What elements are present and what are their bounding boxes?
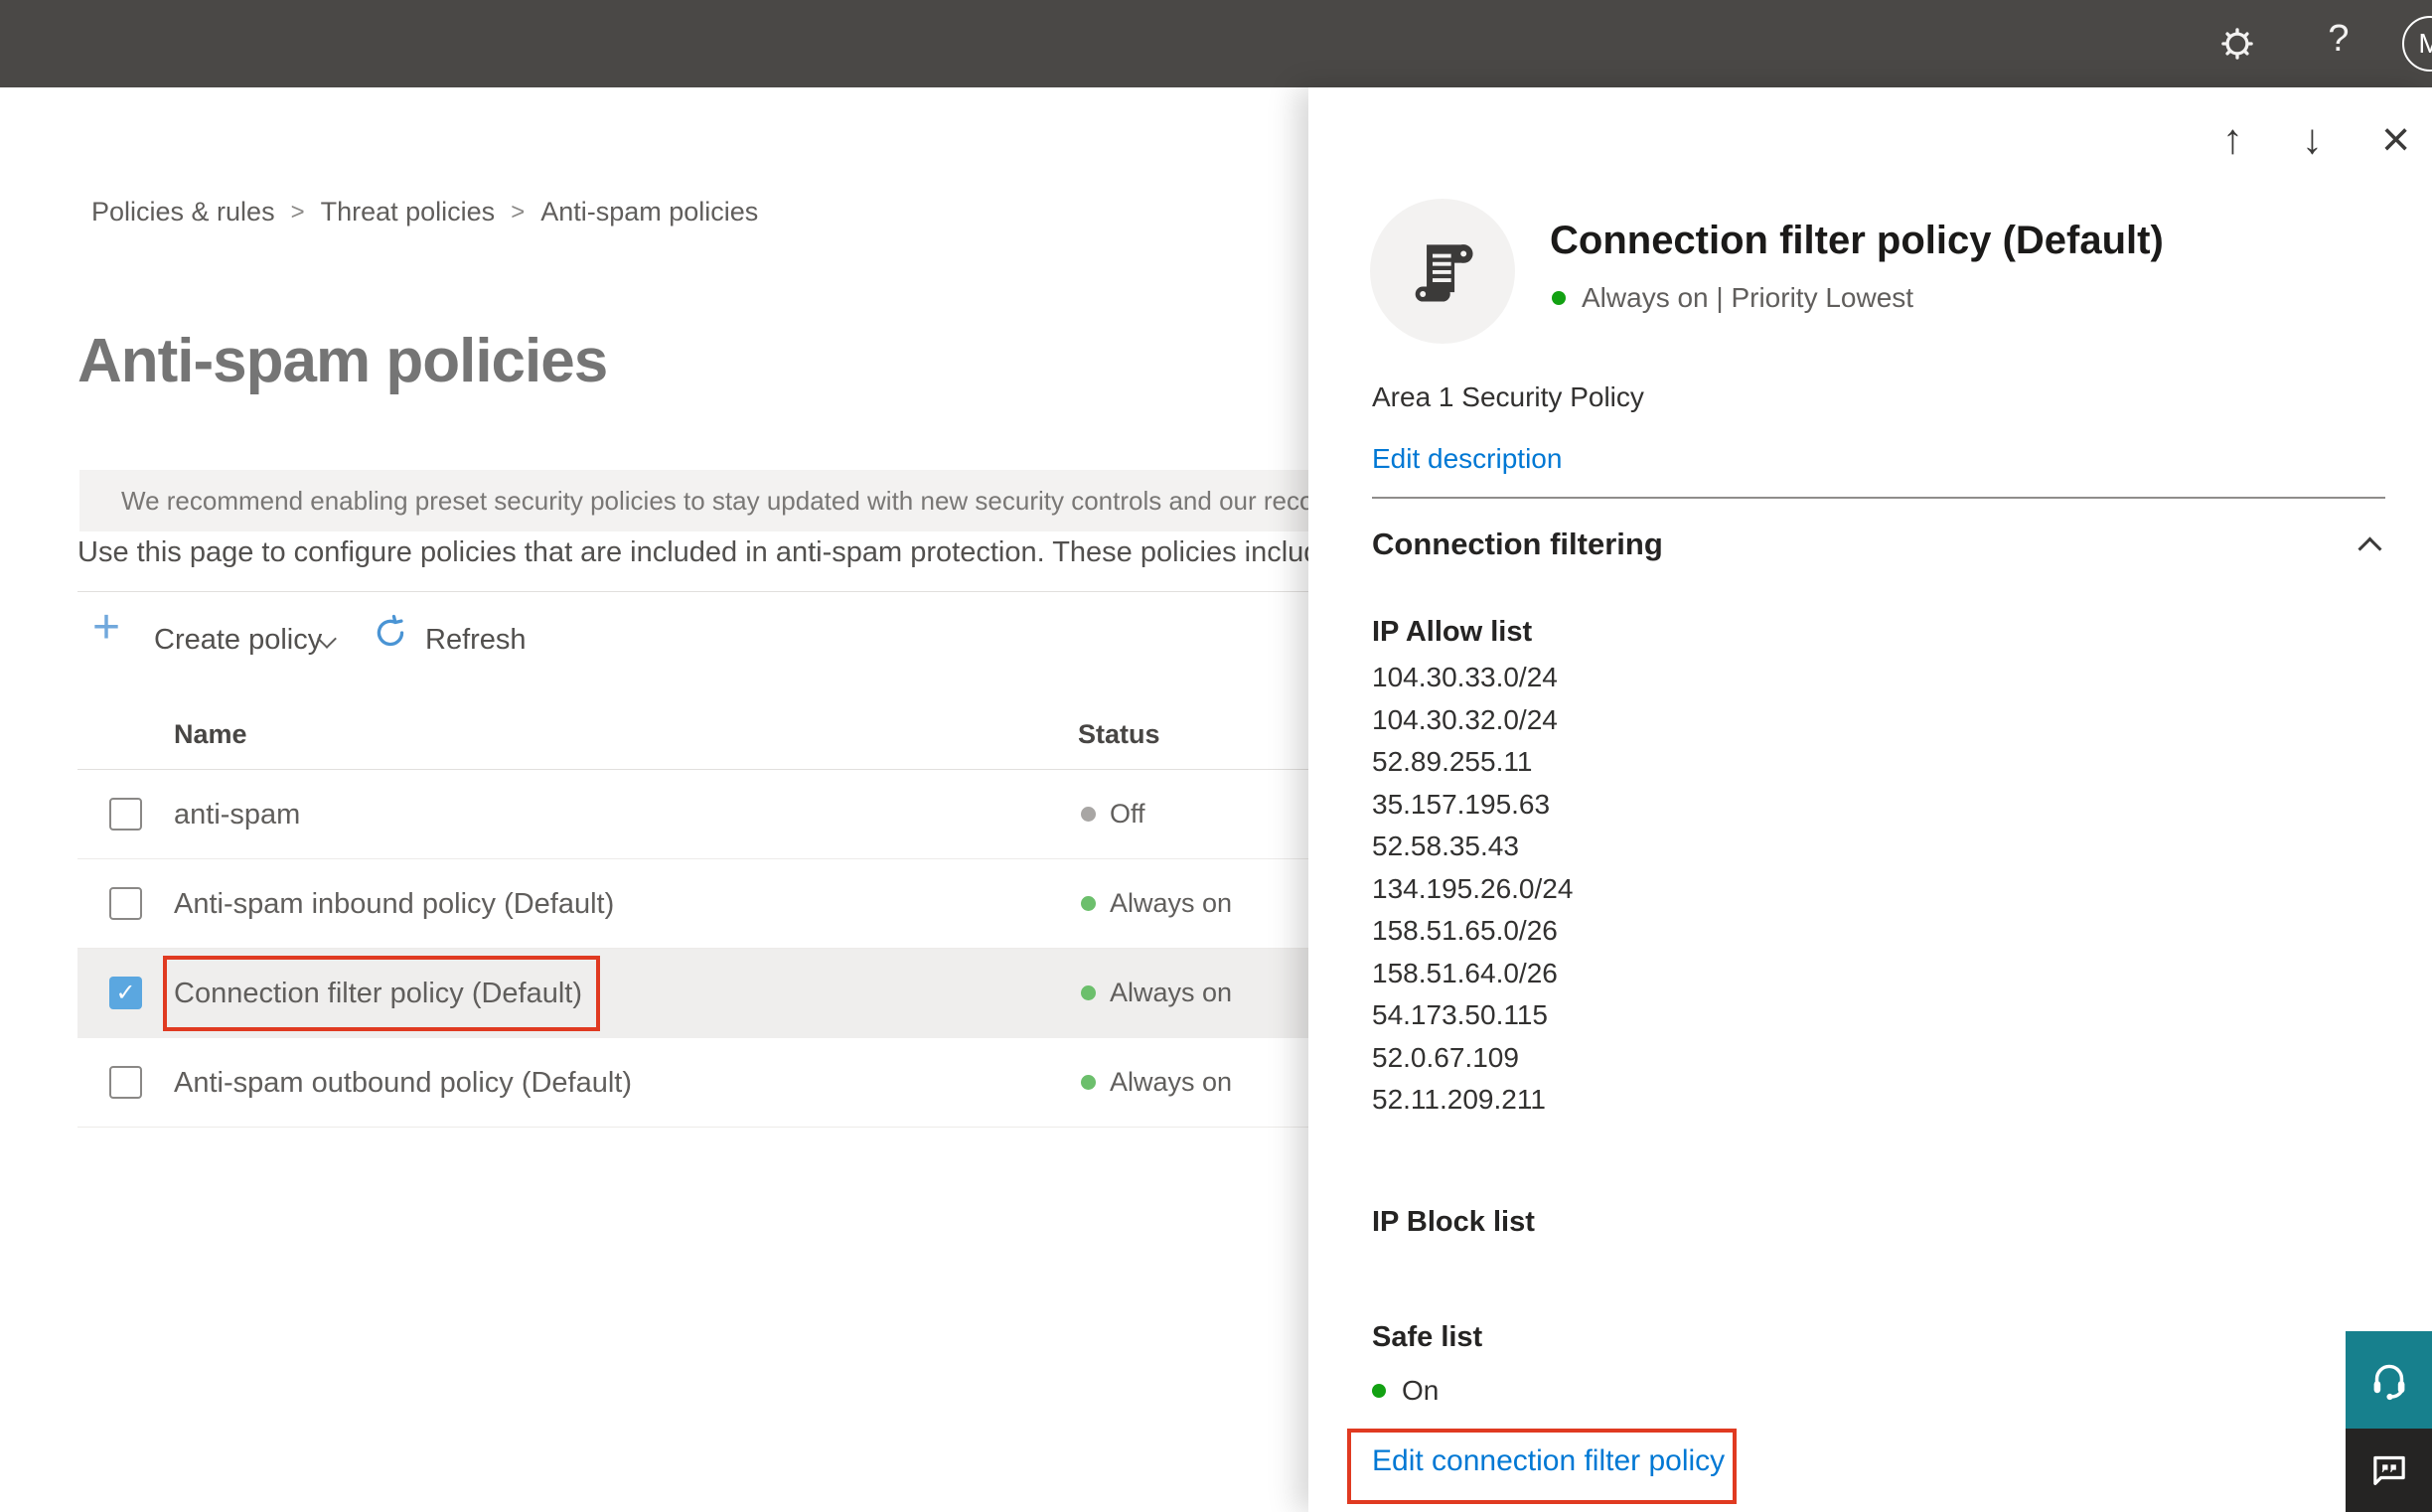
plus-icon[interactable]: + bbox=[92, 604, 120, 652]
ip-allow-list: 104.30.33.0/24 104.30.32.0/24 52.89.255.… bbox=[1372, 662, 1573, 1127]
breadcrumb-threat-policies[interactable]: Threat policies bbox=[321, 197, 496, 227]
row-checkbox-checked[interactable]: ✓ bbox=[109, 977, 142, 1009]
policy-avatar bbox=[1370, 199, 1515, 344]
breadcrumb-separator: > bbox=[511, 198, 526, 226]
policy-details-flyout: ↑ ↓ × Connection filter policy (Default)… bbox=[1308, 87, 2432, 1512]
settings-gear-icon[interactable] bbox=[2219, 26, 2255, 62]
previous-item-arrow-icon[interactable]: ↑ bbox=[2222, 109, 2243, 169]
feedback-chat-icon bbox=[2372, 1455, 2405, 1485]
status-text: Always on bbox=[1110, 978, 1233, 1007]
banner-text: We recommend enabling preset security po… bbox=[121, 485, 1321, 516]
toolbar-divider bbox=[77, 591, 1321, 592]
breadcrumb-separator: > bbox=[290, 198, 305, 226]
top-app-bar: ? M bbox=[0, 0, 2432, 87]
row-checkbox[interactable] bbox=[109, 798, 142, 831]
refresh-button[interactable]: Refresh bbox=[425, 624, 527, 657]
table-row[interactable]: anti-spam Off bbox=[77, 770, 1331, 859]
ip-block-list-label: IP Block list bbox=[1372, 1206, 1535, 1238]
ip-address: 54.173.50.115 bbox=[1372, 999, 1548, 1030]
table-row[interactable]: Anti-spam outbound policy (Default) Alwa… bbox=[77, 1038, 1331, 1128]
help-question-icon[interactable]: ? bbox=[2319, 18, 2358, 61]
page-intro-text: Use this page to configure policies that… bbox=[77, 536, 1321, 568]
flyout-status-line: Always on | Priority Lowest bbox=[1552, 282, 1913, 314]
safe-list-value: On bbox=[1402, 1375, 1440, 1406]
row-checkbox[interactable] bbox=[109, 887, 142, 920]
breadcrumb: Policies & rules > Threat policies > Ant… bbox=[91, 197, 758, 227]
ip-address: 104.30.33.0/24 bbox=[1372, 662, 1558, 692]
ip-address: 104.30.32.0/24 bbox=[1372, 703, 1558, 735]
page-title: Anti-spam policies bbox=[77, 327, 608, 395]
policy-scroll-icon bbox=[1415, 244, 1473, 302]
status-dot-on bbox=[1372, 1384, 1386, 1398]
policy-description: Area 1 Security Policy bbox=[1372, 381, 1644, 412]
status-cell: Off bbox=[1081, 799, 1145, 830]
flyout-status-text: Always on | Priority Lowest bbox=[1582, 282, 1914, 313]
column-header-status[interactable]: Status bbox=[1078, 719, 1160, 750]
flyout-divider bbox=[1372, 497, 2385, 499]
status-cell: Always on bbox=[1081, 978, 1232, 1008]
status-text: Always on bbox=[1110, 888, 1233, 918]
support-button[interactable] bbox=[2346, 1331, 2432, 1429]
flyout-title: Connection filter policy (Default) bbox=[1550, 219, 2164, 262]
safe-list-status: On bbox=[1372, 1375, 1439, 1407]
ip-address: 52.0.67.109 bbox=[1372, 1041, 1519, 1073]
ip-address: 52.89.255.11 bbox=[1372, 746, 1533, 777]
breadcrumb-policies-rules[interactable]: Policies & rules bbox=[91, 197, 275, 227]
policy-name[interactable]: anti-spam bbox=[174, 799, 300, 832]
section-connection-filtering: Connection filtering bbox=[1372, 527, 1663, 561]
app-window: ? M Policies & rules > Threat policies >… bbox=[0, 0, 2432, 1512]
status-dot-on bbox=[1081, 1075, 1096, 1090]
breadcrumb-anti-spam-policies[interactable]: Anti-spam policies bbox=[540, 197, 758, 227]
headset-icon bbox=[2373, 1364, 2404, 1401]
close-icon[interactable]: × bbox=[2381, 109, 2410, 169]
column-header-name[interactable]: Name bbox=[174, 719, 247, 750]
ip-address: 158.51.64.0/26 bbox=[1372, 957, 1558, 988]
refresh-icon[interactable] bbox=[372, 614, 409, 652]
row-checkbox[interactable] bbox=[109, 1066, 142, 1099]
ip-address: 52.58.35.43 bbox=[1372, 831, 1519, 861]
safe-list-label: Safe list bbox=[1372, 1321, 1483, 1353]
table-row[interactable]: Anti-spam inbound policy (Default) Alway… bbox=[77, 859, 1331, 949]
create-policy-button[interactable]: Create policy bbox=[154, 624, 322, 657]
status-dot-on bbox=[1081, 985, 1096, 1000]
status-cell: Always on bbox=[1081, 888, 1232, 919]
status-text: Always on bbox=[1110, 1067, 1233, 1097]
collapse-chevron-up-icon[interactable] bbox=[2357, 536, 2382, 561]
ip-address: 158.51.65.0/26 bbox=[1372, 915, 1558, 946]
selection-highlight-box bbox=[163, 956, 600, 1031]
policy-name[interactable]: Anti-spam inbound policy (Default) bbox=[174, 888, 614, 921]
ip-address: 35.157.195.63 bbox=[1372, 788, 1551, 820]
policy-name[interactable]: Anti-spam outbound policy (Default) bbox=[174, 1067, 632, 1100]
row-divider bbox=[77, 1127, 1331, 1128]
feedback-button[interactable] bbox=[2346, 1429, 2432, 1512]
status-cell: Always on bbox=[1081, 1067, 1232, 1098]
edit-connection-filter-policy-link[interactable]: Edit connection filter policy bbox=[1372, 1444, 1725, 1478]
table-row-selected[interactable]: ✓ Connection filter policy (Default) Alw… bbox=[77, 949, 1331, 1038]
status-text: Off bbox=[1110, 799, 1145, 829]
ip-address: 52.11.209.211 bbox=[1372, 1084, 1546, 1115]
status-dot-on bbox=[1081, 896, 1096, 911]
account-avatar[interactable]: M bbox=[2402, 16, 2432, 72]
recommendation-banner: We recommend enabling preset security po… bbox=[79, 470, 1321, 531]
edit-description-link[interactable]: Edit description bbox=[1372, 443, 1562, 475]
status-dot-off bbox=[1081, 807, 1096, 822]
ip-allow-list-label: IP Allow list bbox=[1372, 616, 1533, 648]
ip-address: 134.195.26.0/24 bbox=[1372, 872, 1574, 904]
next-item-arrow-icon[interactable]: ↓ bbox=[2302, 109, 2323, 169]
status-dot-always-on bbox=[1552, 291, 1566, 305]
